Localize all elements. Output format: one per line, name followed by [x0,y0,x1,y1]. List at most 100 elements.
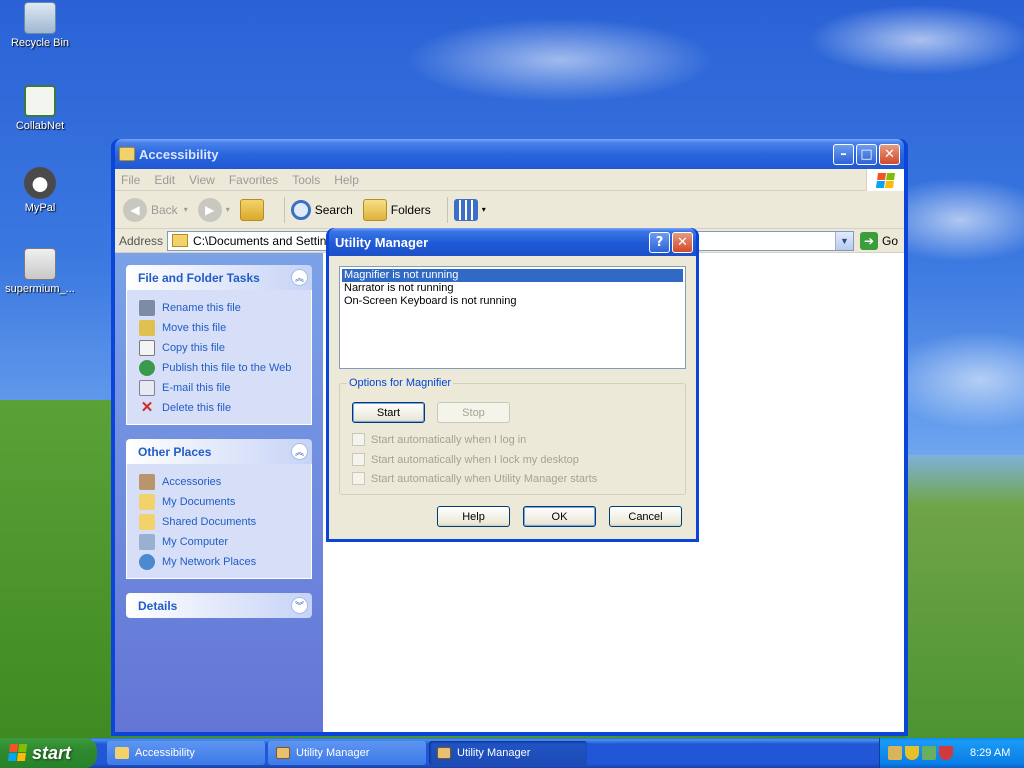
close-button[interactable]: ✕ [672,231,693,253]
help-question-button[interactable]: ? [649,231,670,253]
checkbox-box[interactable] [352,433,365,446]
wallpaper-hill [905,455,1024,738]
panel-header[interactable]: Other Places ︽ [126,439,312,464]
accessibility-tray-icon[interactable] [888,746,902,760]
security-shield-icon[interactable] [905,746,919,760]
menu-favorites[interactable]: Favorites [229,173,278,187]
close-button[interactable]: ✕ [879,143,900,165]
desktop-icon-supermium[interactable]: supermium_... [0,248,80,295]
menu-view[interactable]: View [189,173,215,187]
documents-icon [139,494,155,510]
forward-button[interactable]: ▶ ▾ [197,197,230,222]
menu-tools[interactable]: Tools [292,173,320,187]
forward-arrow-icon: ▶ [197,197,222,222]
list-item[interactable]: Narrator is not running [342,282,683,295]
desktop-icon-recycle-bin[interactable]: Recycle Bin [0,2,80,49]
checkbox-box[interactable] [352,453,365,466]
taskbar-item-utility-manager-active[interactable]: Utility Manager [429,741,587,765]
taskbar-item-label: Utility Manager [457,747,531,759]
up-folder-button[interactable] [239,198,268,221]
mypal-icon [24,167,56,199]
start-button[interactable]: start [0,738,97,768]
dialog-body: Magnifier is not running Narrator is not… [329,256,696,539]
place-shared-documents[interactable]: Shared Documents [139,512,301,532]
start-button[interactable]: Start [352,402,425,423]
menu-file[interactable]: File [121,173,140,187]
checkbox-label: Start automatically when I lock my deskt… [371,453,579,466]
desktop-icon-label: MyPal [24,202,56,214]
minimize-button[interactable]: – [833,143,854,165]
computer-icon [139,534,155,550]
checkbox-label: Start automatically when I log in [371,433,527,446]
autostart-utility-manager-checkbox[interactable]: Start automatically when Utility Manager… [352,472,597,485]
views-icon [453,198,478,221]
delete-x-icon: ✕ [140,399,154,416]
panel-header[interactable]: File and Folder Tasks ︽ [126,265,312,290]
maximize-button[interactable]: □ [856,143,877,165]
utility-manager-icon [276,747,290,759]
place-label: My Documents [162,496,236,508]
place-label: My Network Places [162,556,257,568]
taskbar-item-label: Accessibility [135,747,195,759]
back-label: Back [151,202,178,217]
antivirus-shield-icon[interactable] [939,746,953,760]
folders-button[interactable]: Folders [362,198,431,221]
desktop-icon-mypal[interactable]: MyPal [0,167,80,214]
back-button[interactable]: ◀ Back ▾ [123,197,188,222]
list-item[interactable]: Magnifier is not running [341,268,684,283]
desktop-icon-label: CollabNet [15,120,65,132]
dialog-title-bar[interactable]: Utility Manager ? ✕ [329,228,696,256]
taskbar-item-accessibility[interactable]: Accessibility [107,741,265,765]
collapse-icon[interactable]: ︽ [291,443,308,460]
network-tray-icon[interactable] [922,746,936,760]
panel-title: File and Folder Tasks [138,270,260,285]
folder-icon [115,747,129,759]
stop-button[interactable]: Stop [437,402,510,423]
search-icon [290,199,311,220]
collapse-icon[interactable]: ︽ [291,269,308,286]
task-email[interactable]: E-mail this file [139,378,301,398]
checkbox-box[interactable] [352,472,365,485]
address-label: Address [119,233,164,248]
task-publish[interactable]: Publish this file to the Web [139,358,301,378]
utility-list[interactable]: Magnifier is not running Narrator is not… [339,266,686,369]
explorer-title-bar[interactable]: Accessibility – □ ✕ [115,139,904,169]
task-pane: File and Folder Tasks ︽ Rename this file… [115,253,323,732]
desktop-icon-label: supermium_... [5,283,75,295]
task-delete[interactable]: ✕ Delete this file [139,398,301,418]
views-button[interactable]: ▾ [453,198,486,221]
search-button[interactable]: Search [290,199,353,220]
rename-icon [139,300,155,316]
place-label: Shared Documents [162,516,257,528]
panel-header[interactable]: Details ︾ [126,593,312,618]
go-button[interactable]: ➔ Go [854,231,904,250]
place-label: My Computer [162,536,229,548]
desktop-icon-collabnet[interactable]: CollabNet [0,85,80,132]
clock[interactable]: 8:29 AM [970,747,1010,759]
place-my-computer[interactable]: My Computer [139,532,301,552]
windows-flag-icon [7,744,29,762]
list-item[interactable]: On-Screen Keyboard is not running [342,295,683,308]
task-move[interactable]: Move this file [139,318,301,338]
autostart-login-checkbox[interactable]: Start automatically when I log in [352,433,526,446]
place-my-network-places[interactable]: My Network Places [139,552,301,572]
autostart-lock-checkbox[interactable]: Start automatically when I lock my deskt… [352,453,579,466]
task-copy[interactable]: Copy this file [139,338,301,358]
place-accessories[interactable]: Accessories [139,472,301,492]
toolbar: ◀ Back ▾ ▶ ▾ Search Folders ▾ [115,191,904,229]
address-dropdown-button[interactable]: ▼ [835,231,853,250]
recycle-bin-icon [24,2,56,34]
cancel-button[interactable]: Cancel [609,506,682,527]
globe-icon [139,360,155,376]
supermium-icon [24,248,56,280]
place-my-documents[interactable]: My Documents [139,492,301,512]
help-button[interactable]: Help [437,506,510,527]
ok-button[interactable]: OK [523,506,596,527]
menu-edit[interactable]: Edit [154,173,175,187]
task-rename[interactable]: Rename this file [139,298,301,318]
taskbar-item-utility-manager[interactable]: Utility Manager [268,741,426,765]
menu-help[interactable]: Help [334,173,359,187]
email-icon [139,380,155,396]
panel-title: Details [138,598,178,613]
expand-icon[interactable]: ︾ [291,597,308,614]
